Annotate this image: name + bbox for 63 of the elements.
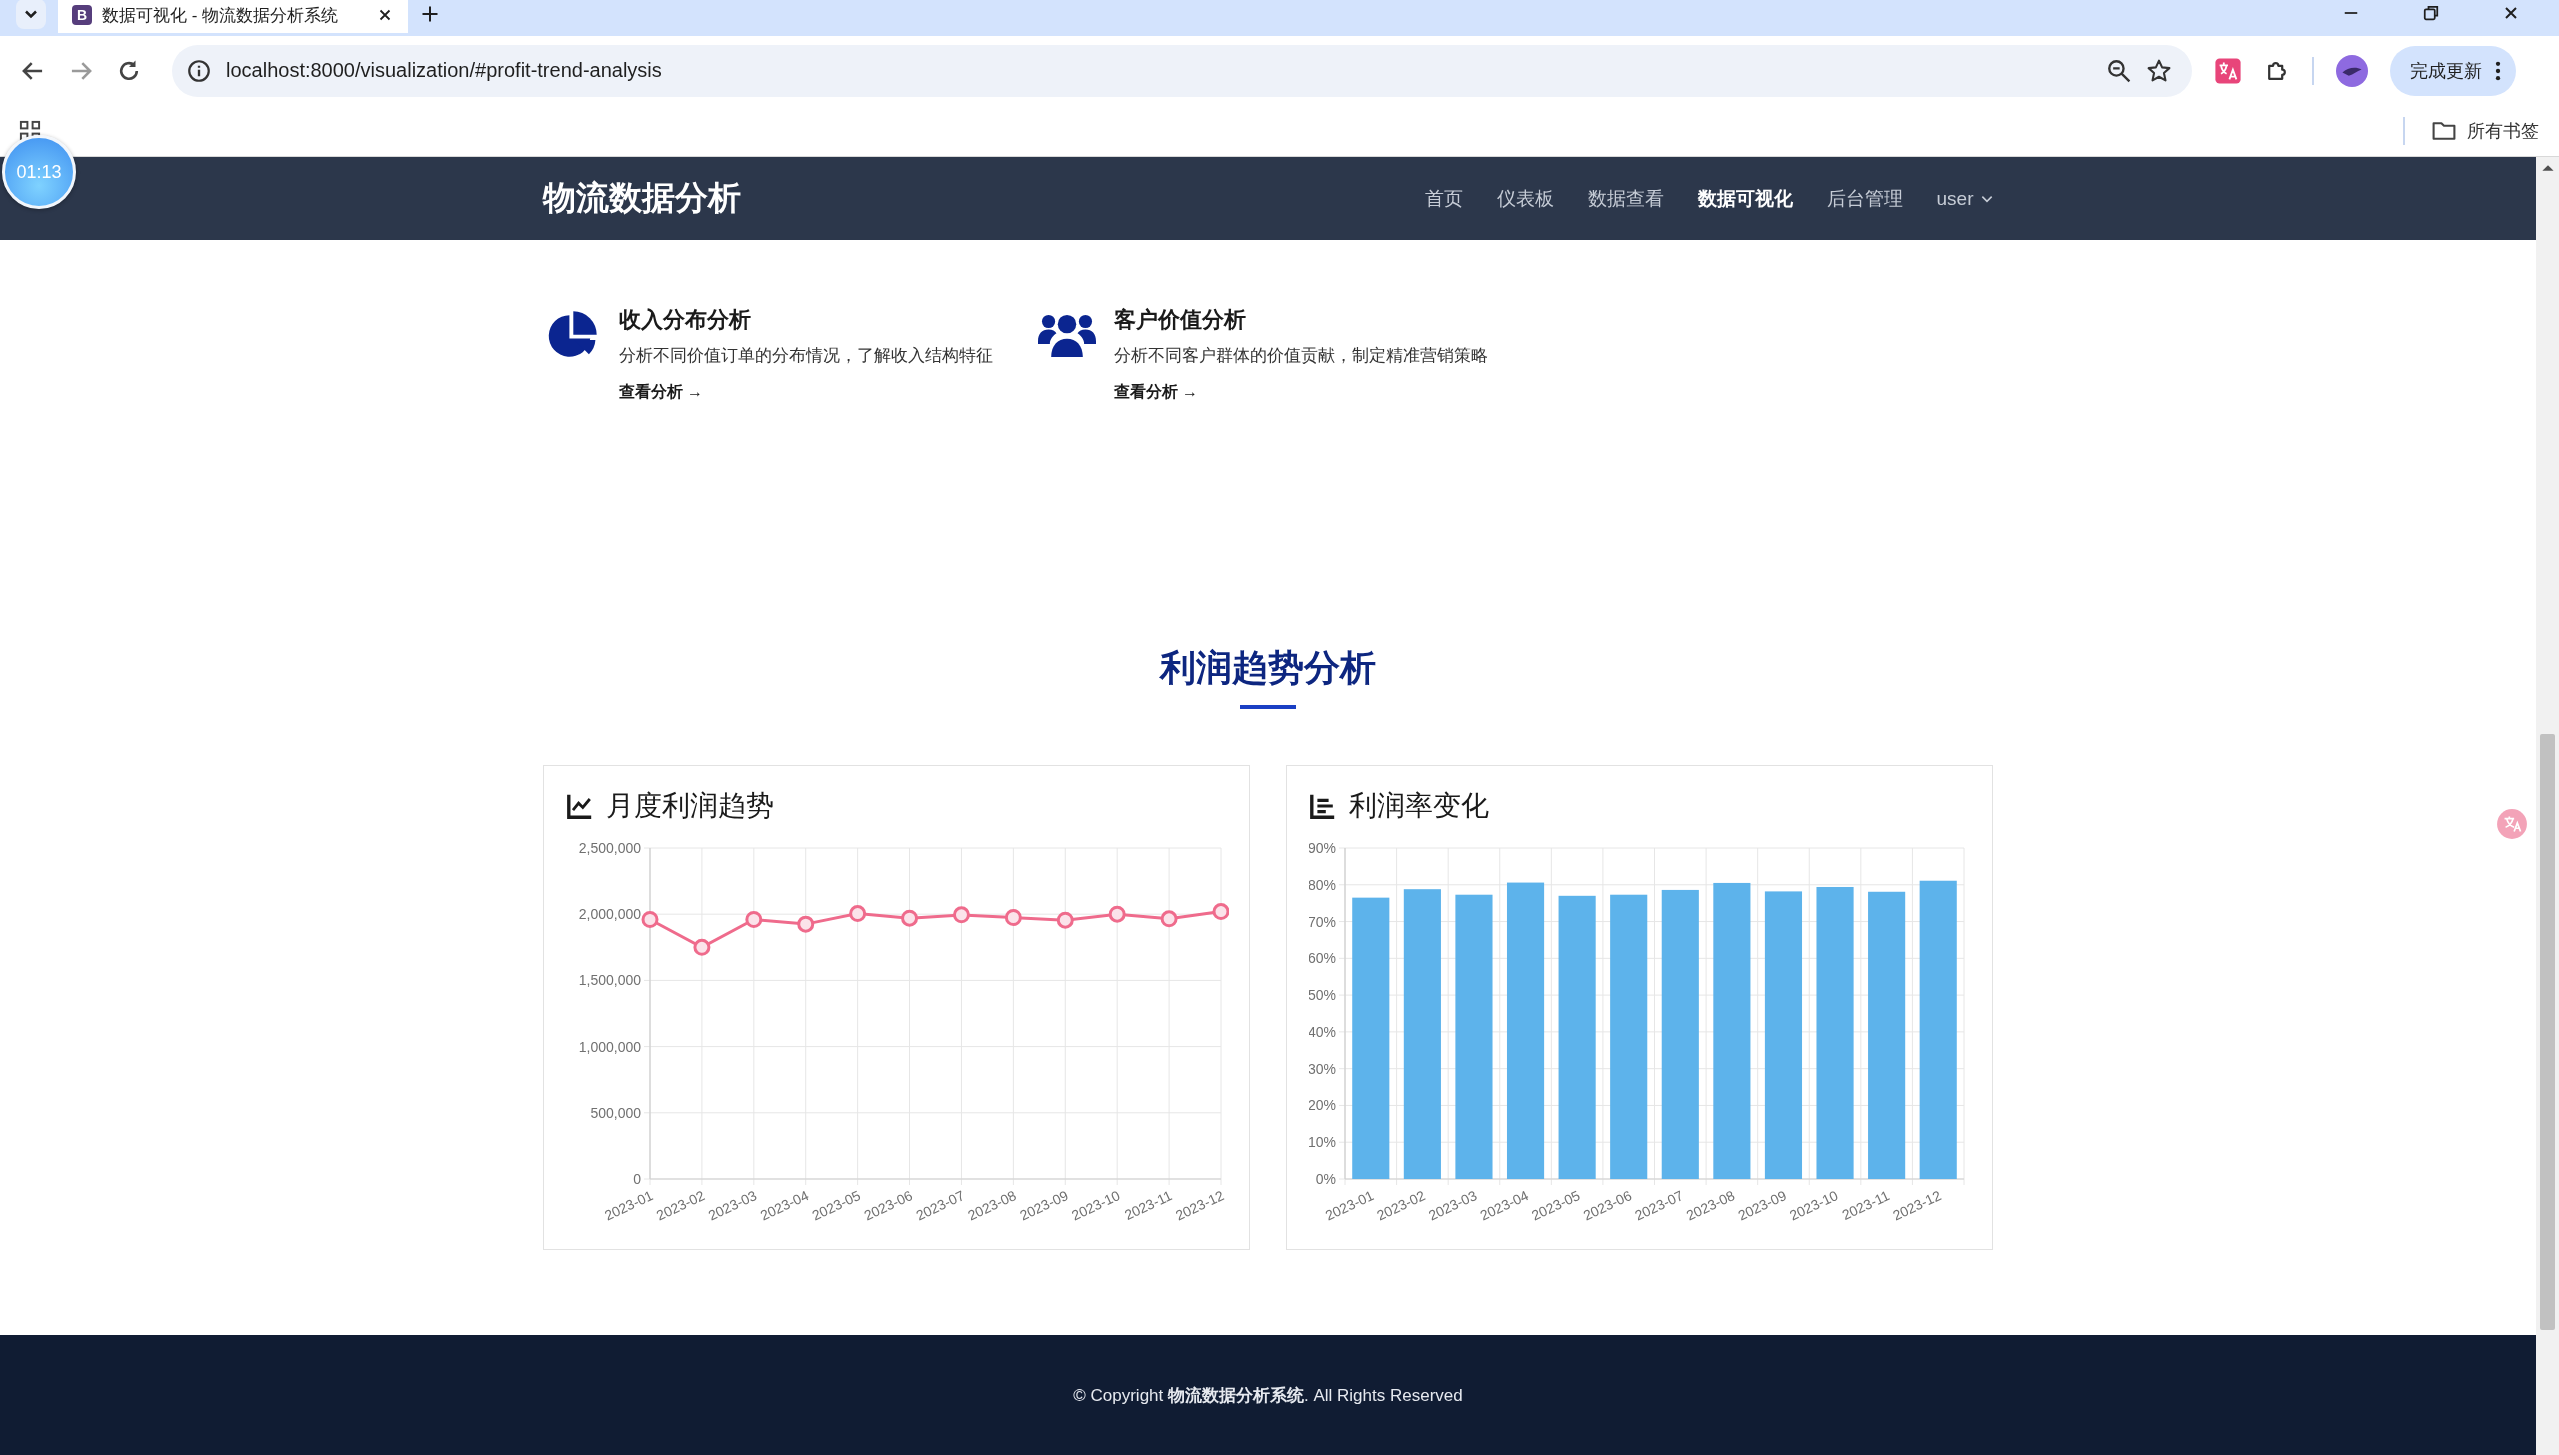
copyright-text: © Copyright 物流数据分析系统. All Rights Reserved (1073, 1384, 1463, 1407)
data-point (1212, 903, 1229, 921)
y-axis-label: 50% (1308, 987, 1336, 1004)
scrollbar-thumb[interactable] (2540, 734, 2555, 1330)
y-axis-label: 80% (1308, 876, 1336, 893)
y-axis-label: 90% (1308, 840, 1336, 856)
favicon: B (72, 5, 92, 25)
y-axis-label: 0 (632, 1171, 641, 1187)
nav-link[interactable]: 首页 (1424, 185, 1463, 212)
nav-link[interactable]: 数据可视化 (1697, 185, 1793, 212)
title-underline (1240, 705, 1296, 709)
data-point (900, 909, 918, 927)
avatar-icon[interactable] (2336, 54, 2368, 87)
update-button[interactable]: 完成更新 (2390, 45, 2516, 96)
nav-link[interactable]: 仪表板 (1496, 185, 1554, 212)
line-chart-icon (565, 792, 594, 820)
data-point (641, 911, 658, 928)
y-axis-label: 60% (1308, 950, 1336, 967)
card-title: 收入分布分析 (618, 306, 752, 334)
y-axis-label: 1,500,000 (578, 972, 641, 989)
y-axis-label: 10% (1308, 1134, 1336, 1151)
info-icon[interactable] (186, 57, 212, 84)
y-axis-label: 2,500,000 (578, 840, 641, 856)
view-analysis-link[interactable]: 查看分析 → (1113, 374, 1198, 410)
restore-icon[interactable] (2421, 3, 2441, 23)
data-point (796, 915, 814, 933)
data-point (1056, 911, 1074, 929)
bar-chart-icon (1308, 792, 1337, 820)
data-point (848, 905, 866, 923)
y-axis-label: 20% (1308, 1097, 1336, 1114)
tab-title: 数据可视化 - 物流数据分析系统 (102, 4, 340, 27)
star-icon[interactable] (2146, 57, 2172, 84)
brand-title[interactable]: 物流数据分析 (542, 176, 741, 221)
y-axis-label: 2,000,000 (578, 906, 641, 923)
card-description: 分析不同价值订单的分布情况，了解收入结构特征 (618, 345, 994, 367)
translate-icon[interactable] (2214, 56, 2242, 85)
y-axis-label: 0% (1315, 1171, 1336, 1187)
browser-tab[interactable]: B 数据可视化 - 物流数据分析系统 (58, 0, 408, 33)
chart-title: 利润率变化 (1348, 789, 1489, 823)
data-point (1108, 905, 1126, 923)
chart-title: 月度利润趋势 (605, 789, 774, 823)
card-title: 客户价值分析 (1113, 306, 1247, 334)
data-point (1004, 909, 1022, 926)
nav-link[interactable]: 数据查看 (1587, 185, 1664, 212)
address-bar[interactable]: localhost:8000/visualization/#profit-trend-analysis (172, 44, 2192, 97)
y-axis-label: 40% (1308, 1023, 1336, 1040)
nav-link[interactable]: 后台管理 (1826, 185, 1903, 212)
data-point (692, 938, 710, 956)
section-title: 利润趋势分析 (1158, 646, 1377, 690)
y-axis-label: 70% (1308, 913, 1336, 930)
data-point (744, 911, 762, 928)
user-menu[interactable]: user (1936, 187, 1994, 210)
bookmarks-folder[interactable]: 所有书签 (2431, 117, 2539, 144)
data-point (1160, 910, 1178, 928)
zoom-icon[interactable] (2106, 57, 2132, 84)
y-axis-label: 500,000 (589, 1104, 641, 1121)
data-point (952, 906, 970, 924)
view-analysis-link[interactable]: 查看分析 → (618, 374, 703, 410)
new-tab-icon[interactable] (420, 4, 440, 24)
y-axis-label: 30% (1308, 1060, 1336, 1077)
y-axis-label: 1,000,000 (578, 1038, 641, 1055)
tab-list-icon[interactable] (16, 0, 46, 29)
card-description: 分析不同客户群体的价值贡献，制定精准营销策略 (1113, 345, 1489, 367)
